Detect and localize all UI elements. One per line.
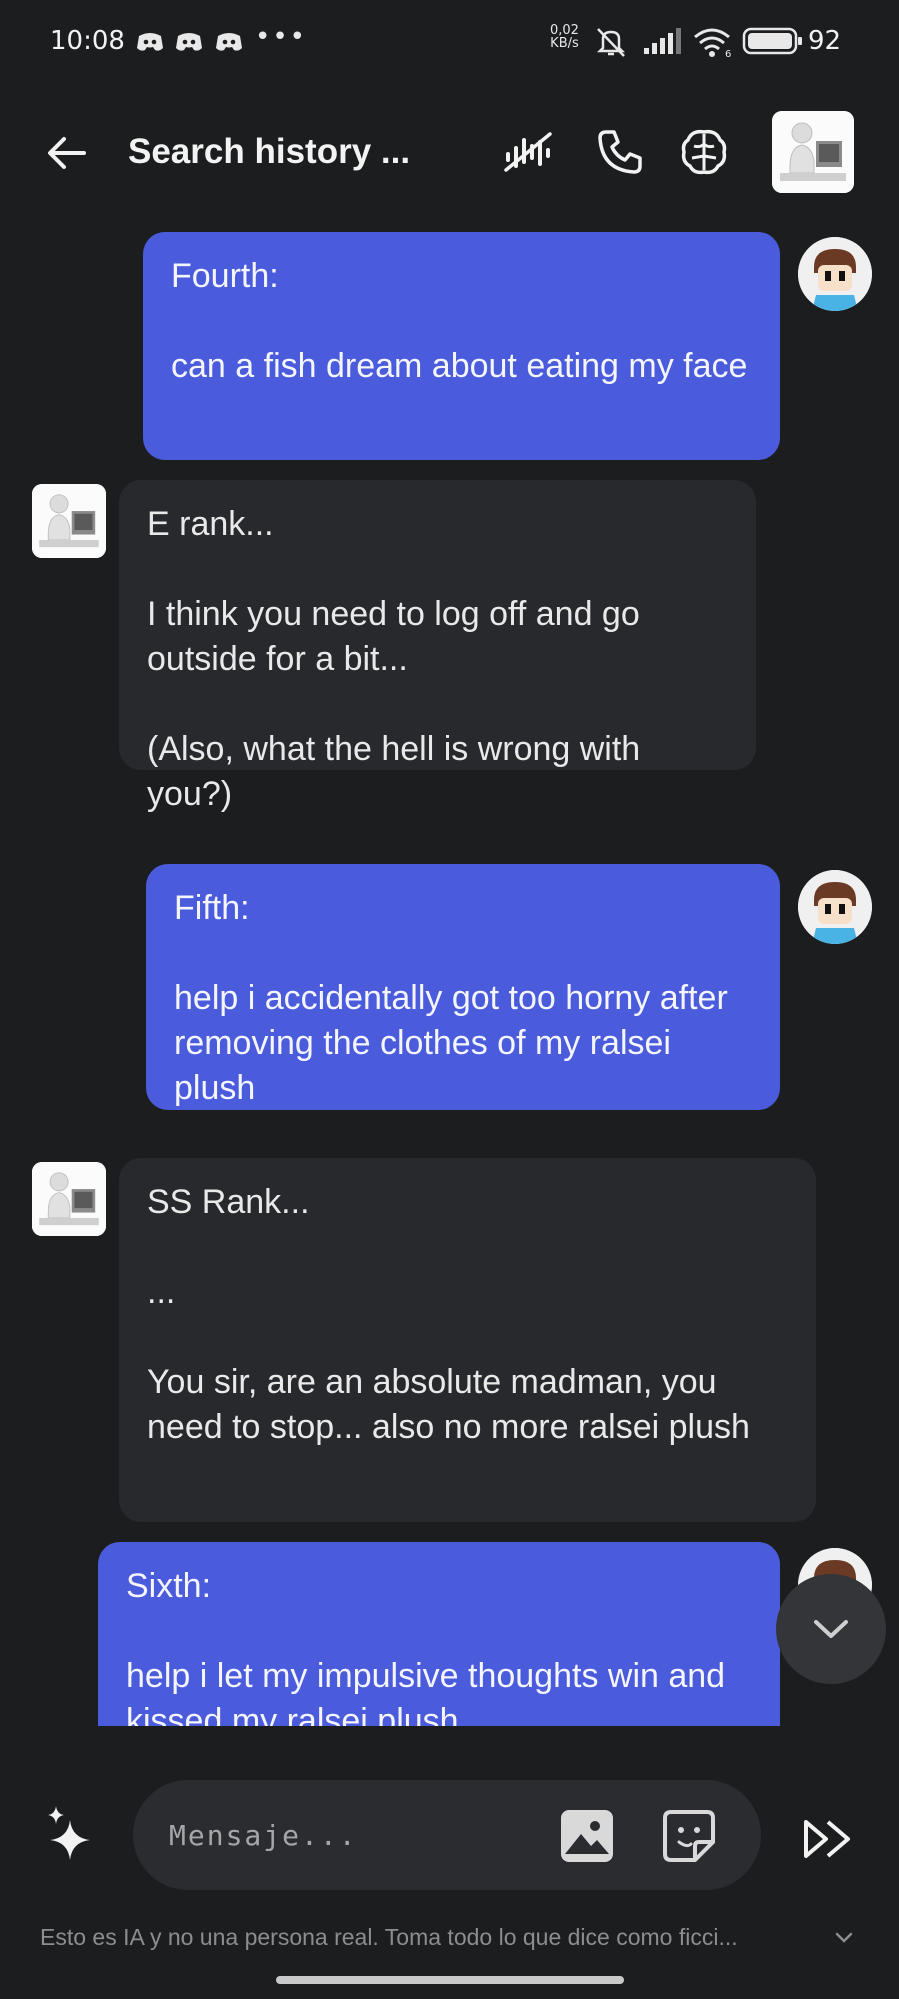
sticker-icon[interactable]	[661, 1808, 717, 1864]
bot-avatar[interactable]	[32, 1162, 106, 1236]
scroll-to-bottom-button[interactable]	[776, 1574, 886, 1684]
user-message: Sixth: help i let my impulsive thoughts …	[98, 1542, 780, 1726]
computer-figure-icon	[32, 1162, 106, 1236]
user-message: Fifth: help i accidentally got too horny…	[146, 864, 780, 1110]
ai-disclaimer[interactable]: Esto es IA y no una persona real. Toma t…	[0, 1924, 899, 1951]
sparkle-icon[interactable]	[44, 1806, 106, 1868]
user-avatar[interactable]	[798, 870, 872, 944]
status-bar: 10:08 ••• 0,02 KB/s 6 92	[0, 0, 899, 84]
image-icon[interactable]	[559, 1808, 615, 1864]
battery-level: 92	[808, 26, 842, 56]
user-avatar-icon	[798, 237, 872, 311]
character-avatar[interactable]	[772, 111, 854, 193]
discord-icon	[216, 33, 242, 51]
user-message: Fourth: can a fish dream about eating my…	[143, 232, 780, 460]
network-speed-unit: KB/s	[550, 36, 579, 51]
discord-icon	[176, 33, 202, 51]
user-avatar-icon	[798, 870, 872, 944]
computer-figure-icon	[32, 484, 106, 558]
more-notifications-indicator: •••	[255, 22, 308, 52]
message-list[interactable]: Fourth: can a fish dream about eating my…	[0, 224, 899, 1726]
bot-avatar[interactable]	[32, 484, 106, 558]
composer	[0, 1726, 899, 1906]
bot-message: SS Rank... ... You sir, are an absolute …	[119, 1158, 816, 1522]
chevron-down-icon	[835, 1932, 853, 1943]
wifi-icon: 6	[694, 28, 731, 58]
phone-icon[interactable]	[594, 126, 646, 178]
chat-title[interactable]: Search history ...	[128, 132, 410, 172]
bot-message: E rank... I think you need to log off an…	[119, 480, 756, 813]
network-speed: 0,02 KB/s	[550, 24, 579, 50]
message-input[interactable]	[169, 1810, 529, 1860]
status-time: 10:08	[50, 26, 125, 56]
signal-icon	[644, 28, 681, 54]
voice-wave-icon[interactable]	[502, 126, 554, 178]
chat-header: Search history ...	[0, 84, 899, 224]
user-avatar[interactable]	[798, 237, 872, 311]
brain-icon[interactable]	[678, 126, 730, 178]
discord-icon	[137, 33, 163, 51]
battery-icon	[742, 27, 802, 55]
fast-forward-icon[interactable]	[800, 1814, 856, 1864]
muted-bell-icon	[596, 28, 626, 57]
chevron-down-icon	[814, 1620, 848, 1638]
back-arrow-icon[interactable]	[44, 130, 90, 176]
computer-figure-icon	[772, 111, 854, 193]
ai-disclaimer-text: Esto es IA y no una persona real. Toma t…	[40, 1924, 738, 1950]
home-indicator[interactable]	[276, 1976, 624, 1984]
message-input-container[interactable]	[133, 1780, 761, 1890]
svg-text:6: 6	[725, 49, 731, 58]
